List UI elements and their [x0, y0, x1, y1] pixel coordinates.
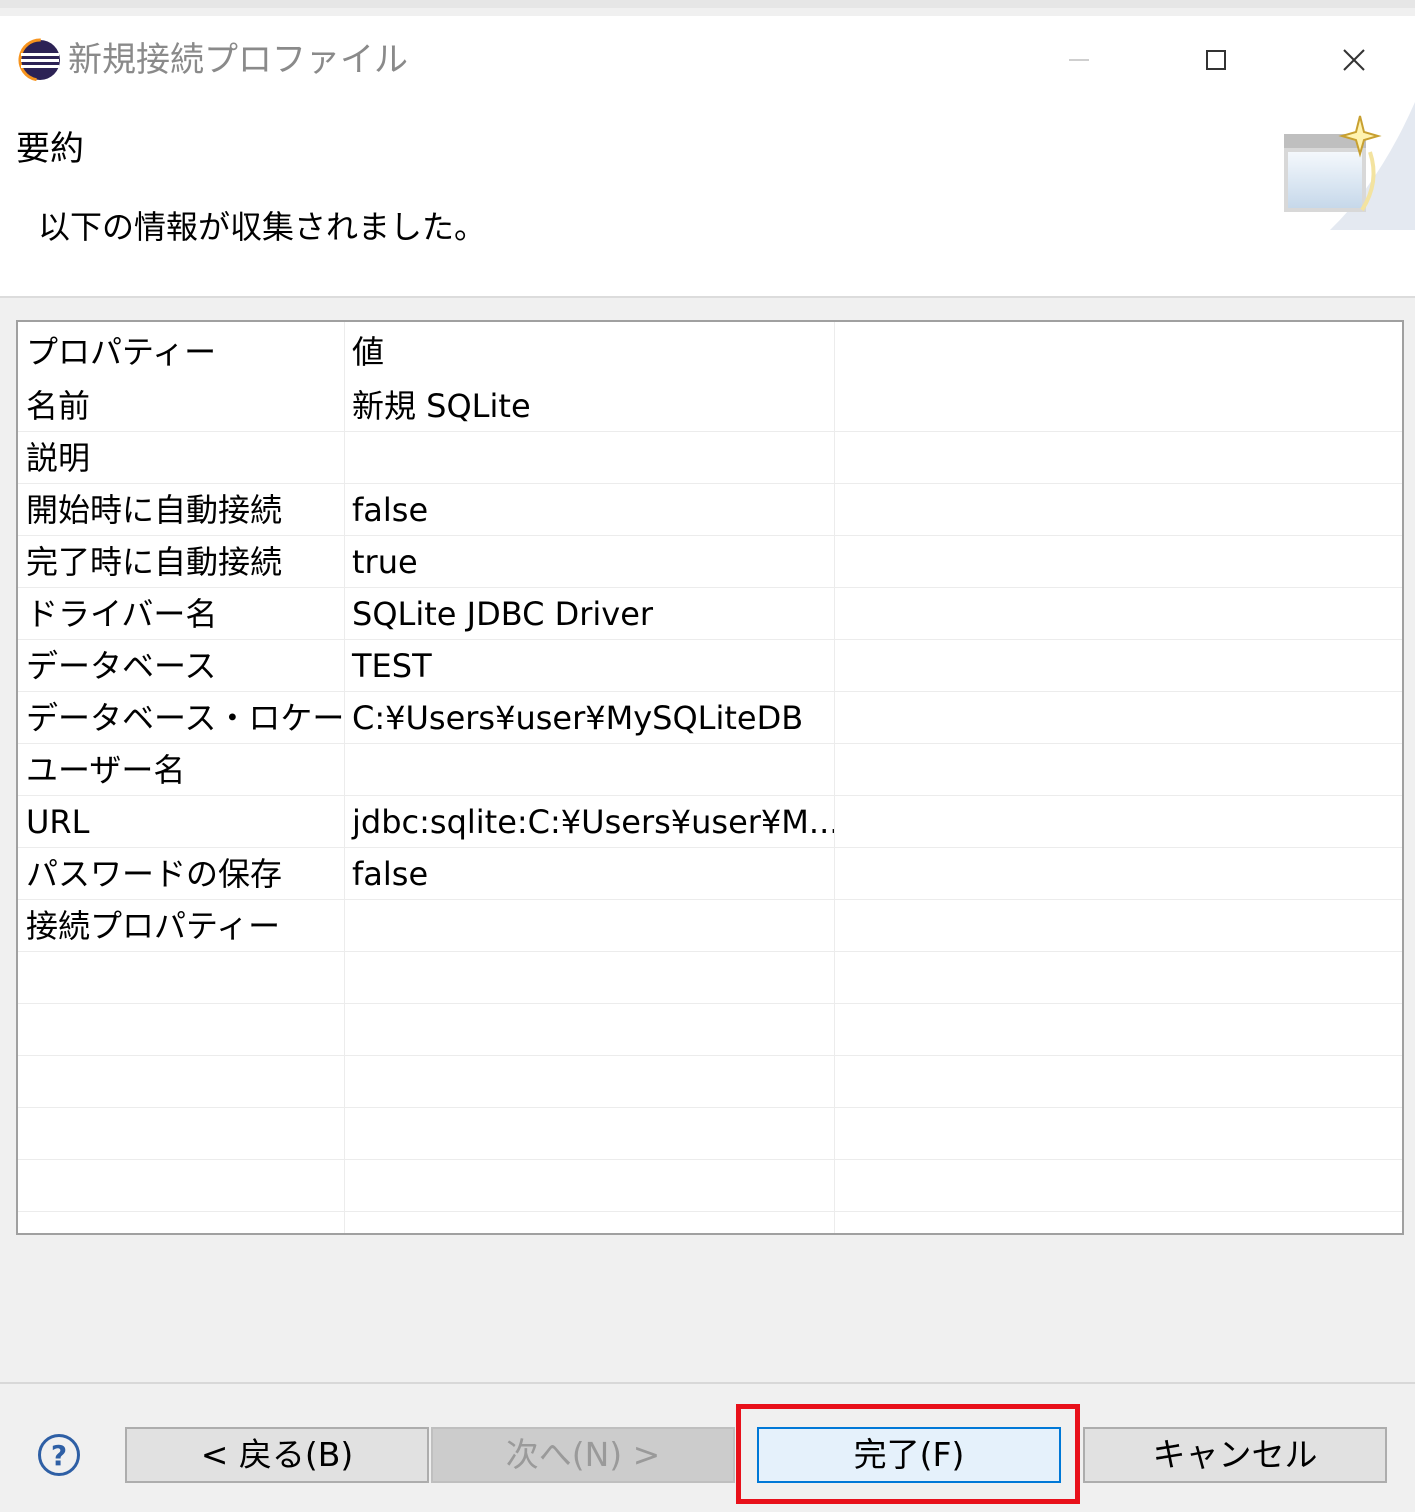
value-cell [344, 744, 834, 795]
finish-highlight-annotation [736, 1404, 1080, 1504]
property-cell: ドライバー名 [26, 595, 218, 633]
empty-row [18, 1108, 1402, 1160]
empty-row [18, 1160, 1402, 1212]
property-cell: データベース・ロケーシ... [26, 699, 344, 737]
column-header-empty [834, 322, 1402, 380]
value-cell [344, 432, 834, 483]
property-cell: ユーザー名 [26, 751, 186, 789]
value-cell: false [352, 491, 429, 529]
value-cell: SQLite JDBC Driver [352, 595, 654, 633]
summary-table[interactable]: プロパティー 値 名前 新規 SQLite 説明 開始時に自動接続 false … [16, 320, 1404, 1235]
close-icon [1343, 49, 1365, 71]
minimize-icon [1069, 59, 1089, 61]
empty-row [18, 1004, 1402, 1056]
property-cell: URL [26, 803, 90, 841]
page-description: 以下の情報が収集されました。 [38, 208, 487, 246]
table-row[interactable]: 名前 新規 SQLite [18, 380, 1402, 432]
wizard-header: 要約 以下の情報が収集されました。 [0, 102, 1415, 298]
property-cell: 説明 [26, 439, 91, 477]
eclipse-app-icon [18, 38, 62, 82]
title-bar: 新規接続プロファイル [0, 16, 1415, 102]
property-cell: データベース [26, 647, 217, 685]
back-button[interactable]: < 戻る(B) [125, 1427, 429, 1483]
table-row[interactable]: パスワードの保存 false [18, 848, 1402, 900]
table-row[interactable]: 説明 [18, 432, 1402, 484]
dialog-window: 新規接続プロファイル 要約 以下の情報が収集されました。 プロパティー 値 名前… [0, 0, 1415, 1512]
table-row[interactable]: 完了時に自動接続 true [18, 536, 1402, 588]
table-row[interactable]: データベース TEST [18, 640, 1402, 692]
table-row[interactable]: URL jdbc:sqlite:C:¥Users¥user¥M... [18, 796, 1402, 848]
next-button: 次へ(N) > [431, 1427, 735, 1483]
window-title: 新規接続プロファイル [68, 40, 408, 80]
value-cell: TEST [352, 647, 432, 685]
column-header-value[interactable]: 値 [344, 322, 834, 380]
empty-row [18, 952, 1402, 1004]
column-header-property[interactable]: プロパティー [18, 322, 344, 380]
wizard-banner-icon [1284, 102, 1415, 230]
value-cell: true [352, 543, 418, 581]
maximize-icon [1206, 50, 1226, 70]
footer-separator [0, 1382, 1415, 1384]
table-row[interactable]: ユーザー名 [18, 744, 1402, 796]
maximize-button[interactable] [1182, 30, 1250, 90]
table-row[interactable]: 開始時に自動接続 false [18, 484, 1402, 536]
property-cell: 完了時に自動接続 [26, 543, 283, 581]
close-button[interactable] [1320, 30, 1388, 90]
table-row[interactable]: ドライバー名 SQLite JDBC Driver [18, 588, 1402, 640]
help-icon[interactable]: ? [38, 1434, 80, 1476]
property-cell: 接続プロパティー [26, 907, 281, 945]
empty-row [18, 1056, 1402, 1108]
value-cell: 新規 SQLite [352, 387, 531, 425]
cancel-button[interactable]: キャンセル [1083, 1427, 1387, 1483]
property-cell: 名前 [26, 387, 91, 425]
table-row[interactable]: データベース・ロケーシ... C:¥Users¥user¥MySQLiteDB [18, 692, 1402, 744]
value-cell: jdbc:sqlite:C:¥Users¥user¥M... [352, 803, 834, 841]
page-title: 要約 [16, 129, 84, 169]
value-cell [344, 900, 834, 951]
table-row[interactable]: 接続プロパティー [18, 900, 1402, 952]
property-cell: パスワードの保存 [26, 855, 283, 893]
table-header-row: プロパティー 値 [18, 322, 1402, 380]
minimize-button[interactable] [1045, 30, 1113, 90]
property-cell: 開始時に自動接続 [26, 491, 283, 529]
value-cell: C:¥Users¥user¥MySQLiteDB [352, 699, 804, 737]
value-cell: false [352, 855, 429, 893]
